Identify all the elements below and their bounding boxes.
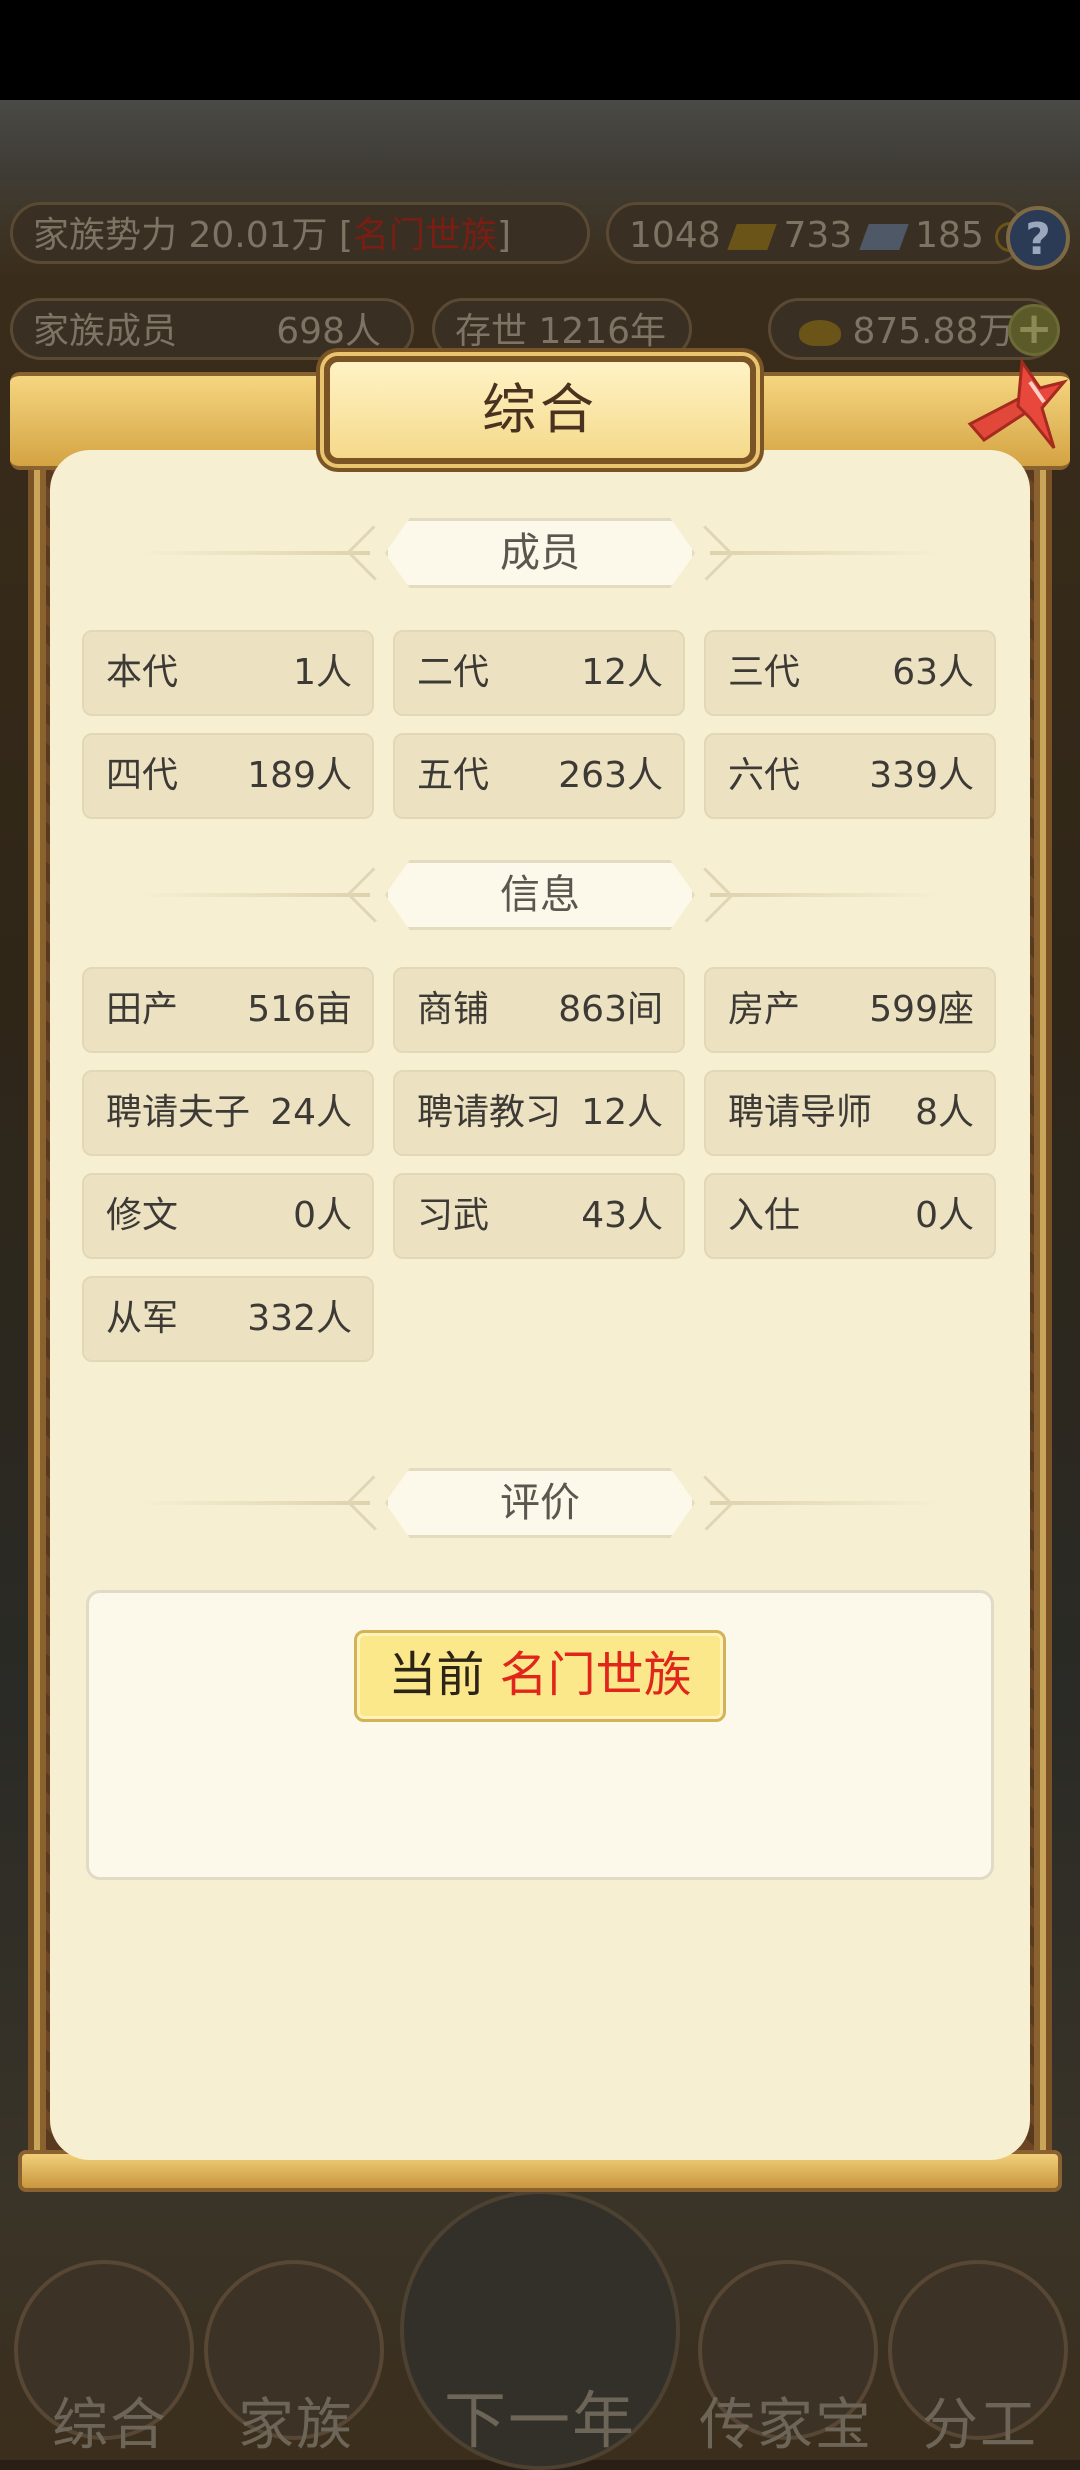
modal-title-plaque: 综合 <box>324 356 756 464</box>
plus-icon[interactable]: + <box>1008 304 1060 356</box>
stat-cell: 五代 263人 <box>393 733 685 819</box>
family-members-value: 698人 <box>276 311 381 352</box>
question-icon[interactable]: ? <box>1006 206 1070 270</box>
stat-label: 商铺 <box>417 989 490 1030</box>
stat-label: 四代 <box>106 755 179 796</box>
stat-label: 二代 <box>417 652 490 693</box>
nav-next-year-label[interactable]: 下一年 <box>430 2370 650 2460</box>
ingot-icon <box>799 320 841 346</box>
family-power-rank: 名门世族 <box>353 215 498 256</box>
stat-cell: 聘请夫子 24人 <box>82 1070 374 1156</box>
stat-value: 63人 <box>892 652 974 693</box>
family-power-close: ] <box>497 215 512 256</box>
stat-label: 修文 <box>106 1195 179 1236</box>
stat-cell: 入仕 0人 <box>704 1173 996 1259</box>
evaluation-badge: 当前 名门世族 <box>354 1630 726 1722</box>
existence-value: 存世 1216年 <box>455 311 667 352</box>
evaluation-section-title: 评价 <box>385 1468 695 1538</box>
stat-cell: 商铺 863间 <box>393 967 685 1053</box>
stat-label: 习武 <box>417 1195 490 1236</box>
close-icon[interactable] <box>960 352 1070 462</box>
evaluation-section-header: 评价 <box>140 1468 940 1538</box>
gold-value: 1048 <box>629 215 721 256</box>
stat-cell: 四代 189人 <box>82 733 374 819</box>
stat-value: 263人 <box>558 755 663 796</box>
stat-value: 24人 <box>270 1092 352 1133</box>
nav-family-label[interactable]: 家族 <box>186 2380 406 2461</box>
stat-label: 聘请教习 <box>417 1092 562 1133</box>
stat-value: 339人 <box>869 755 974 796</box>
silver-value: 733 <box>783 215 853 256</box>
stat-label: 聘请导师 <box>728 1092 873 1133</box>
stat-value: 0人 <box>915 1195 974 1236</box>
modal-title: 综合 <box>482 378 598 441</box>
info-section-header: 信息 <box>140 860 940 930</box>
bottom-nav: 综合 家族 下一年 传家宝 分工 <box>0 2180 1080 2470</box>
stat-label: 三代 <box>728 652 801 693</box>
stat-cell: 习武 43人 <box>393 1173 685 1259</box>
stat-label: 入仕 <box>728 1195 801 1236</box>
info-section-title: 信息 <box>385 860 695 930</box>
silver-bar-icon <box>858 224 909 250</box>
stat-value: 43人 <box>581 1195 663 1236</box>
stat-label: 六代 <box>728 755 801 796</box>
stat-label: 聘请夫子 <box>106 1092 251 1133</box>
stat-cell: 本代 1人 <box>82 630 374 716</box>
stat-cell: 修文 0人 <box>82 1173 374 1259</box>
stat-label: 本代 <box>106 652 179 693</box>
stat-cell: 房产 599座 <box>704 967 996 1053</box>
stat-value: 12人 <box>581 652 663 693</box>
family-members-label: 家族成员 <box>33 311 178 352</box>
stat-cell: 二代 12人 <box>393 630 685 716</box>
family-power-label: 家族势力 20.01万 [ <box>33 215 353 256</box>
stat-value: 1人 <box>293 652 352 693</box>
ingot-value: 875.88万 <box>852 311 1015 352</box>
stat-label: 房产 <box>728 989 801 1030</box>
existence-pill: 存世 1216年 <box>432 298 692 360</box>
evaluation-rank: 名门世族 <box>499 1647 692 1703</box>
gold-bar-icon <box>727 224 777 250</box>
stat-value: 189人 <box>247 755 352 796</box>
evaluation-prefix: 当前 <box>388 1647 485 1703</box>
stat-label: 五代 <box>417 755 490 796</box>
status-bar <box>0 0 1080 100</box>
family-power-pill: 家族势力 20.01万 [名门世族] <box>10 202 590 264</box>
stat-cell: 三代 63人 <box>704 630 996 716</box>
stat-value: 863间 <box>558 989 663 1030</box>
currency-pill: 1048 733 185 <box>606 202 1026 264</box>
stat-cell: 田产 516亩 <box>82 967 374 1053</box>
stat-value: 0人 <box>293 1195 352 1236</box>
stat-label: 田产 <box>106 989 179 1030</box>
stat-value: 599座 <box>869 989 974 1030</box>
stat-value: 516亩 <box>247 989 352 1030</box>
top-band <box>0 100 1080 180</box>
coin-value: 185 <box>915 215 984 256</box>
stat-value: 332人 <box>247 1298 352 1339</box>
members-section-title: 成员 <box>385 518 695 588</box>
family-members-pill: 家族成员 698人 <box>10 298 414 360</box>
stat-cell: 聘请导师 8人 <box>704 1070 996 1156</box>
stat-value: 12人 <box>581 1092 663 1133</box>
nav-heirloom-label[interactable]: 传家宝 <box>676 2380 896 2461</box>
stat-cell: 六代 339人 <box>704 733 996 819</box>
stat-value: 8人 <box>915 1092 974 1133</box>
stat-cell: 从军 332人 <box>82 1276 374 1362</box>
stat-label: 从军 <box>106 1298 179 1339</box>
nav-division-label[interactable]: 分工 <box>870 2380 1080 2461</box>
members-section-header: 成员 <box>140 518 940 588</box>
stat-cell: 聘请教习 12人 <box>393 1070 685 1156</box>
